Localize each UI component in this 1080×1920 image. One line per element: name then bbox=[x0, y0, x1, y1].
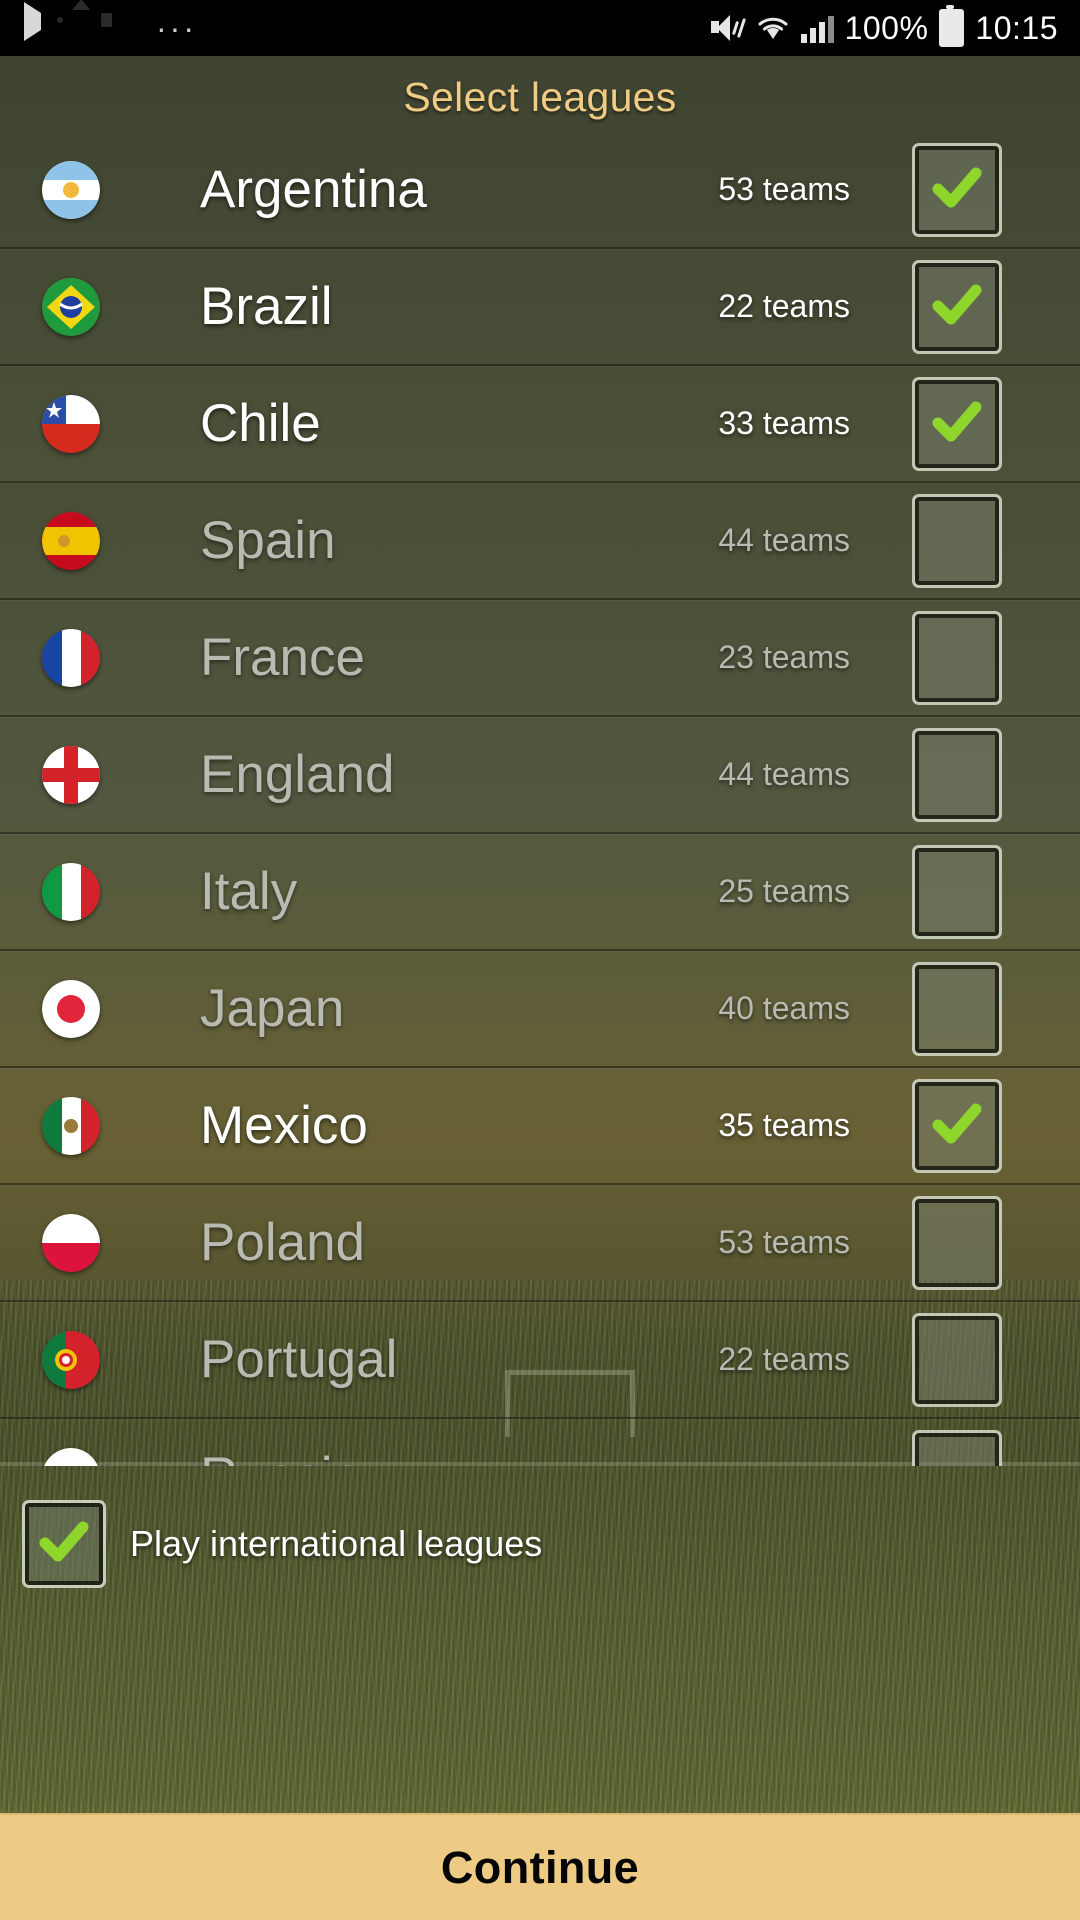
league-name-label: Japan bbox=[200, 979, 345, 1038]
league-row[interactable]: Portugal 22 teams bbox=[0, 1302, 1080, 1419]
league-team-count-label: 22 teams bbox=[718, 1341, 850, 1377]
league-row[interactable]: Poland 53 teams bbox=[0, 1185, 1080, 1302]
league-name-label: Argentina bbox=[200, 160, 427, 219]
flag-poland-icon bbox=[42, 1213, 100, 1272]
league-row[interactable]: Russia bbox=[0, 1419, 1080, 1466]
league-checkbox[interactable] bbox=[912, 259, 1002, 354]
flag-chile-icon bbox=[42, 394, 100, 453]
flag-portugal-icon bbox=[42, 1330, 100, 1389]
page-title: Select leagues bbox=[403, 74, 677, 120]
league-checkbox[interactable] bbox=[912, 1195, 1002, 1290]
league-name-label: Chile bbox=[200, 394, 321, 453]
league-name-label: Spain bbox=[200, 511, 336, 570]
check-icon bbox=[931, 162, 983, 214]
more-dots-icon: ··· bbox=[156, 10, 197, 46]
league-checkbox[interactable] bbox=[912, 1312, 1002, 1407]
international-leagues-label: Play international leagues bbox=[130, 1523, 543, 1564]
league-checkbox[interactable] bbox=[912, 961, 1002, 1056]
check-icon bbox=[931, 1098, 983, 1150]
flag-france-icon bbox=[42, 628, 100, 687]
league-name-label: Brazil bbox=[200, 277, 333, 336]
league-row[interactable]: England 44 teams bbox=[0, 717, 1080, 834]
league-checkbox[interactable] bbox=[912, 844, 1002, 939]
flipboard-icon bbox=[112, 13, 142, 43]
continue-button-label: Continue bbox=[440, 1841, 640, 1893]
signal-icon bbox=[800, 13, 834, 43]
mute-icon bbox=[709, 13, 746, 43]
league-name-label: Portugal bbox=[200, 1330, 398, 1389]
flag-spain-icon bbox=[42, 511, 100, 570]
international-leagues-checkbox[interactable] bbox=[22, 1500, 106, 1588]
league-team-count-label: 44 teams bbox=[718, 756, 850, 792]
league-checkbox[interactable] bbox=[912, 727, 1002, 822]
flag-brazil-icon bbox=[42, 277, 100, 336]
league-checkbox[interactable] bbox=[912, 376, 1002, 471]
league-row[interactable]: Argentina 53 teams bbox=[0, 132, 1080, 249]
league-row[interactable]: Mexico 35 teams bbox=[0, 1068, 1080, 1185]
league-list[interactable]: Argentina 53 teams Brazil 22 teams Chile 33 t… bbox=[0, 132, 1080, 1466]
wifi-icon bbox=[756, 13, 790, 43]
league-name-label: Poland bbox=[200, 1213, 366, 1272]
league-name-label: Italy bbox=[200, 862, 298, 921]
league-checkbox[interactable] bbox=[912, 610, 1002, 705]
league-name-label: England bbox=[200, 745, 395, 804]
league-team-count-label: 22 teams bbox=[718, 288, 850, 324]
flag-mexico-icon bbox=[42, 1096, 100, 1155]
league-checkbox[interactable] bbox=[912, 142, 1002, 237]
league-team-count-label: 33 teams bbox=[718, 405, 850, 441]
flag-england-icon bbox=[42, 745, 100, 804]
status-bar: ··· 100% 10:15 bbox=[0, 0, 1080, 56]
league-team-count-label: 53 teams bbox=[718, 171, 850, 207]
status-bar-notifications: ··· bbox=[0, 2, 197, 46]
battery-icon bbox=[939, 5, 965, 47]
league-team-count-label: 25 teams bbox=[718, 873, 850, 909]
league-checkbox[interactable] bbox=[912, 1078, 1002, 1173]
check-icon bbox=[39, 1517, 89, 1567]
league-team-count-label: 23 teams bbox=[718, 639, 850, 675]
league-team-count-label: 53 teams bbox=[718, 1224, 850, 1260]
league-row[interactable]: Brazil 22 teams bbox=[0, 249, 1080, 366]
league-name-label: Mexico bbox=[200, 1096, 368, 1155]
play-store-icon bbox=[24, 2, 54, 43]
league-row[interactable]: Chile 33 teams bbox=[0, 366, 1080, 483]
league-checkbox[interactable] bbox=[912, 493, 1002, 588]
play-international-leagues-row[interactable]: Play international leagues bbox=[0, 1498, 1080, 1590]
flag-italy-icon bbox=[42, 862, 100, 921]
league-team-count-label: 44 teams bbox=[718, 522, 850, 558]
league-row[interactable]: Italy 25 teams bbox=[0, 834, 1080, 951]
league-row[interactable]: France 23 teams bbox=[0, 600, 1080, 717]
status-bar-system: 100% 10:15 bbox=[709, 5, 1080, 47]
battery-percent-label: 100% bbox=[844, 9, 929, 46]
app-screen: ··· 100% 10:15 Select leagues Argentina 5 bbox=[0, 0, 1080, 1920]
league-name-label: Russia bbox=[200, 1446, 362, 1466]
check-icon bbox=[931, 279, 983, 331]
league-checkbox[interactable] bbox=[912, 1429, 1002, 1466]
league-row[interactable]: Spain 44 teams bbox=[0, 483, 1080, 600]
league-team-count-label: 40 teams bbox=[718, 990, 850, 1026]
clock-label: 10:15 bbox=[975, 9, 1058, 46]
continue-button[interactable]: Continue bbox=[0, 1813, 1080, 1920]
league-row[interactable]: Japan 40 teams bbox=[0, 951, 1080, 1068]
league-name-label: France bbox=[200, 628, 365, 687]
flag-russia-icon bbox=[42, 1447, 100, 1466]
check-icon bbox=[931, 396, 983, 448]
flag-argentina-icon bbox=[42, 160, 100, 219]
gallery-icon bbox=[68, 13, 98, 43]
flag-japan-icon bbox=[42, 979, 100, 1038]
league-team-count-label: 35 teams bbox=[718, 1107, 850, 1143]
